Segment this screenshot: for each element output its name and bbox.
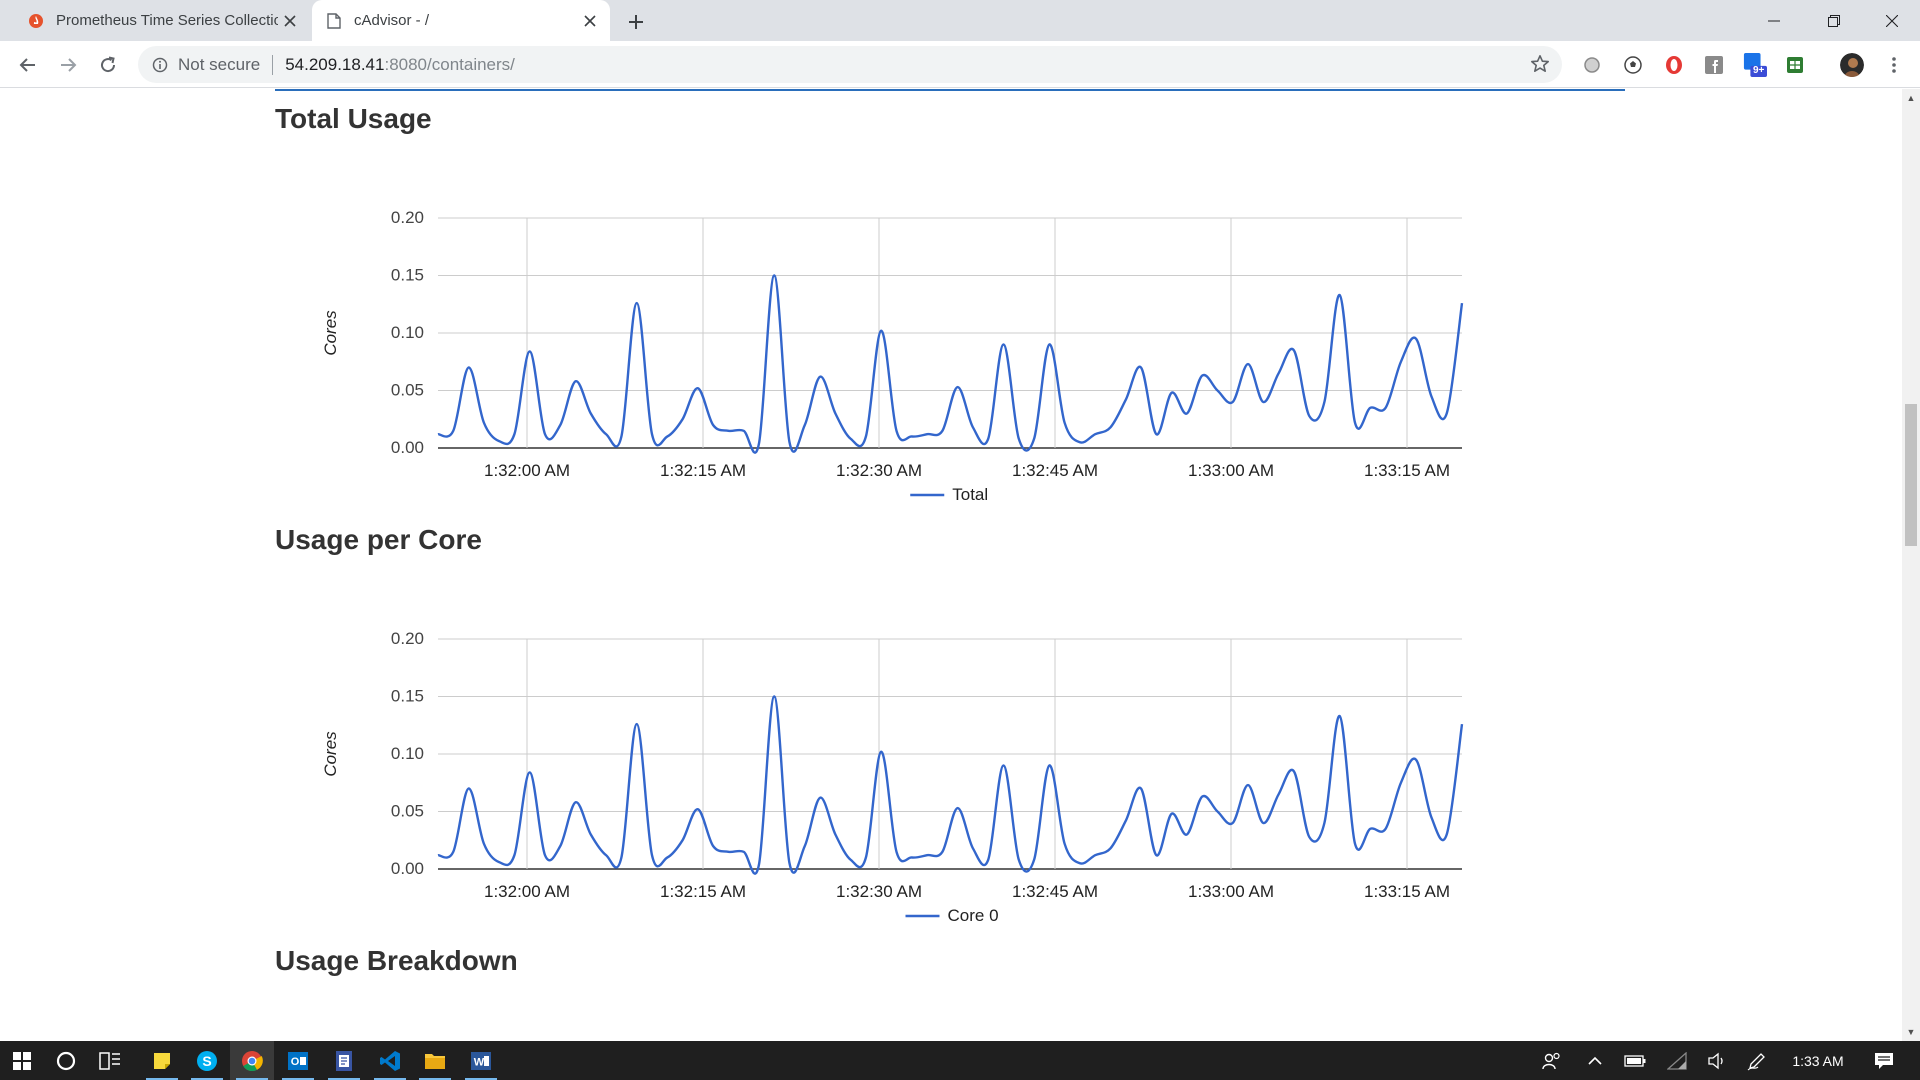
chrome-icon[interactable] [230,1041,274,1080]
legend-label: Total [952,485,988,504]
prometheus-icon [26,11,46,31]
show-hidden-icons-chevron-icon[interactable] [1582,1041,1608,1080]
heading-usage-breakdown: Usage Breakdown [275,945,518,976]
scroll-down-arrow-icon[interactable]: ▼ [1906,1027,1916,1037]
cortana-circle-icon[interactable] [44,1041,88,1080]
x-tick-label: 1:32:15 AM [660,461,746,480]
security-label[interactable]: Not secure [178,55,260,75]
soccer-extension-icon[interactable] [1621,53,1645,77]
omnibox-separator [272,54,274,75]
y-tick-label: 0.05 [391,381,424,400]
vscode-icon[interactable] [368,1041,412,1080]
notification-extension-icon[interactable]: 9+ [1743,53,1767,77]
y-tick-label: 0.20 [391,208,424,227]
x-tick-label: 1:32:00 AM [484,461,570,480]
tab-cadvisor[interactable]: cAdvisor - / [312,0,610,41]
y-tick-label: 0.05 [391,802,424,821]
x-tick-label: 1:32:45 AM [1012,461,1098,480]
x-tick-label: 1:32:30 AM [836,882,922,901]
browser-toolbar: Not secure 54.209.18.41 :8080/containers… [0,41,1920,88]
y-tick-label: 0.15 [391,266,424,285]
y-tick-label: 0.15 [391,687,424,706]
pen-workspace-icon[interactable] [1744,1041,1770,1080]
scroll-up-arrow-icon[interactable]: ▲ [1906,93,1916,103]
bookmark-star-icon[interactable] [1528,52,1552,76]
browser-tab-strip: Prometheus Time Series Collectio cAdviso… [0,0,1920,41]
y-axis-title: Cores [321,310,340,356]
opera-extension-icon[interactable] [1662,53,1686,77]
sticky-notes-icon[interactable] [140,1041,184,1080]
close-tab-icon[interactable] [278,9,302,33]
circle-extension-icon[interactable] [1580,53,1604,77]
info-icon[interactable] [150,55,170,75]
y-tick-label: 0.00 [391,859,424,878]
x-tick-label: 1:33:15 AM [1364,461,1450,480]
total-usage-chart: 0.00 0.05 0.10 0.15 0.20 1:32:00 AM 1:32:15 AM… [310,199,1490,519]
close-tab-icon[interactable] [578,9,602,33]
tab-title: cAdvisor - / [354,12,430,29]
url-path: :8080/containers/ [384,54,515,74]
chart-svg: 0.00 0.05 0.10 0.15 0.20 1:32:00 AM 1:32:15 AM… [321,629,1464,925]
back-arrow-icon[interactable] [14,51,42,79]
outlook-icon[interactable]: O [276,1041,320,1080]
series-line [437,274,1464,454]
extension-badge: 9+ [1753,65,1765,76]
file-explorer-icon[interactable] [413,1041,457,1080]
minimize-icon[interactable] [1746,0,1802,41]
action-center-icon[interactable] [1864,1041,1904,1080]
system-clock[interactable]: 1:33 AM [1776,1041,1860,1080]
sheet-extension-icon[interactable] [1783,53,1807,77]
y-tick-label: 0.20 [391,629,424,648]
y-tick-label: 0.10 [391,744,424,763]
windows-start-icon[interactable] [0,1041,44,1080]
people-icon[interactable] [1538,1041,1566,1080]
x-tick-label: 1:33:00 AM [1188,461,1274,480]
battery-icon[interactable] [1622,1041,1648,1080]
task-view-icon[interactable] [88,1041,132,1080]
svg-text:S: S [202,1053,211,1069]
close-window-icon[interactable] [1864,0,1920,41]
y-axis-title: Cores [321,731,340,777]
menu-kebab-icon[interactable] [1882,53,1906,77]
skype-icon[interactable]: S [185,1041,229,1080]
tab-prometheus[interactable]: Prometheus Time Series Collectio [0,0,310,41]
x-tick-label: 1:32:00 AM [484,882,570,901]
legend-label: Core 0 [948,906,999,925]
reload-icon[interactable] [94,51,122,79]
x-tick-label: 1:32:45 AM [1012,882,1098,901]
section-divider [275,89,1625,91]
visio-icon[interactable] [322,1041,366,1080]
heading-total-usage: Total Usage [275,103,432,134]
restore-icon[interactable] [1806,0,1862,41]
forward-arrow-icon[interactable] [54,51,82,79]
volume-icon[interactable] [1704,1041,1730,1080]
svg-text:O: O [291,1056,300,1068]
page-content: Total Usage 0.00 0.05 0.10 0.15 0.20 1:32:00 … [0,89,1902,1041]
x-tick-label: 1:33:00 AM [1188,882,1274,901]
windows-taskbar: S O W 1:33 AM [0,1041,1920,1080]
x-tick-label: 1:32:15 AM [660,882,746,901]
facebook-extension-icon[interactable] [1702,53,1726,77]
svg-text:W: W [474,1056,485,1068]
url-host: 54.209.18.41 [285,54,385,74]
address-bar[interactable]: Not secure 54.209.18.41 :8080/containers… [138,46,1562,83]
x-tick-label: 1:32:30 AM [836,461,922,480]
scrollbar-thumb[interactable] [1905,404,1917,546]
profile-avatar[interactable] [1840,53,1864,77]
y-tick-label: 0.00 [391,438,424,457]
wifi-icon[interactable] [1664,1041,1690,1080]
heading-usage-per-core: Usage per Core [275,524,482,555]
x-tick-label: 1:33:15 AM [1364,882,1450,901]
page-icon [324,11,344,31]
tab-title: Prometheus Time Series Collectio [56,12,278,29]
page-scrollbar[interactable]: ▲ ▼ [1902,89,1920,1041]
word-icon[interactable]: W [459,1041,503,1080]
usage-per-core-chart: 0.00 0.05 0.10 0.15 0.20 1:32:00 AM 1:32:15 AM… [310,620,1490,940]
chart-svg: 0.00 0.05 0.10 0.15 0.20 1:32:00 AM 1:32:15 AM… [321,208,1464,504]
y-tick-label: 0.10 [391,323,424,342]
series-line [437,695,1464,875]
new-tab-plus-icon[interactable] [622,8,650,36]
